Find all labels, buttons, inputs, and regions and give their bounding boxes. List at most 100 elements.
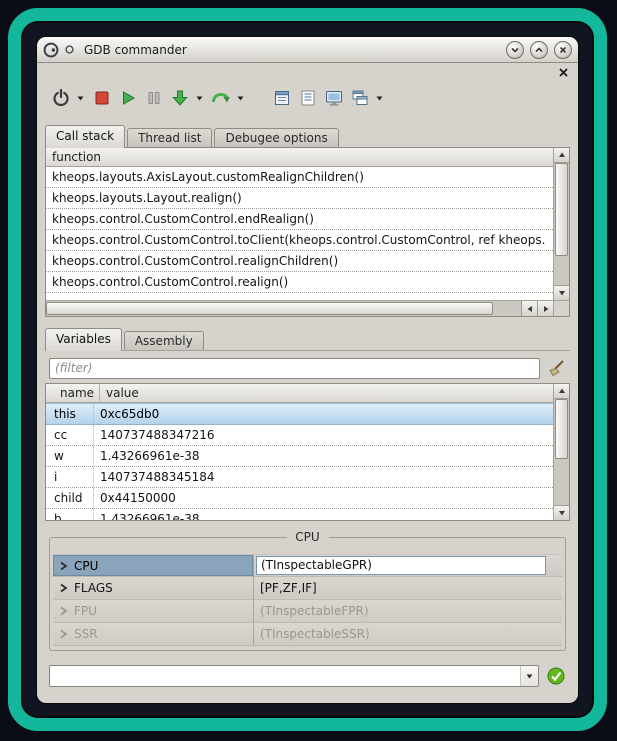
gdb-commander-window: GDB commander [37, 37, 578, 703]
variable-row[interactable]: i 140737488345184 [46, 467, 553, 488]
variable-value: 1.43266961e-38 [94, 446, 553, 466]
variable-value: 140737488345184 [94, 467, 553, 487]
vertical-scrollbar[interactable] [553, 148, 569, 300]
register-value-cell: (TInspectableFPR) [253, 600, 562, 622]
command-combobox[interactable] [49, 665, 539, 687]
call-stack-row[interactable]: kheops.control.CustomControl.toClient(kh… [46, 230, 553, 251]
variable-row[interactable]: child 0x44150000 [46, 488, 553, 509]
tab-thread-list[interactable]: Thread list [127, 128, 212, 147]
scrollbar-track[interactable] [554, 163, 569, 285]
filter-input[interactable] [49, 358, 540, 379]
tab-call-stack[interactable]: Call stack [45, 125, 125, 148]
column-header-name[interactable]: name [52, 384, 100, 402]
variables-header: name value [46, 384, 553, 403]
cpu-row[interactable]: CPU (TInspectableGPR) [53, 554, 562, 577]
register-value-cell: (TInspectableSSR) [253, 623, 562, 645]
continue-button[interactable] [116, 85, 140, 111]
expand-icon[interactable] [59, 561, 68, 571]
call-stack-row[interactable]: kheops.control.CustomControl.realignChil… [46, 251, 553, 272]
expand-icon[interactable] [59, 583, 68, 593]
scrollbar-track[interactable] [554, 399, 569, 505]
debug-toolbar [49, 83, 389, 113]
command-input[interactable] [49, 665, 539, 687]
call-stack-row[interactable]: kheops.layouts.Layout.realign() [46, 188, 553, 209]
cpu-row[interactable]: SSR (TInspectableSSR) [53, 623, 562, 646]
expand-icon[interactable] [59, 606, 68, 616]
variable-value: 0xc65db0 [94, 404, 553, 424]
call-stack-row[interactable]: kheops.control.CustomControl.realign() [46, 272, 553, 293]
dropdown-arrow-button[interactable] [520, 666, 538, 686]
call-stack-row[interactable]: kheops.control.CustomControl.endRealign(… [46, 209, 553, 230]
variable-value: 1.43266961e-38 [94, 509, 553, 520]
memory-view-button[interactable] [322, 85, 346, 111]
power-button[interactable] [49, 85, 73, 111]
send-command-button[interactable] [546, 666, 566, 686]
watch-menu-arrow[interactable] [374, 94, 385, 102]
stack-tabbar: Call stack Thread list Debugee options [45, 125, 341, 148]
power-menu-arrow[interactable] [75, 94, 86, 102]
stop-button[interactable] [90, 85, 114, 111]
scroll-down-button[interactable] [554, 285, 569, 300]
variables-table: name value this 0xc65db0 cc 140737488347… [46, 384, 553, 520]
call-stack-row[interactable]: kheops.layouts.AxisLayout.customRealignC… [46, 167, 553, 188]
scroll-right-button[interactable] [537, 301, 553, 316]
column-header-function[interactable]: function [46, 148, 553, 167]
variables-tabbar: Variables Assembly [45, 328, 206, 351]
register-group-cell[interactable]: FPU [53, 600, 253, 622]
variable-name: b [46, 509, 94, 520]
variable-value: 0x44150000 [94, 488, 553, 508]
step-menu-arrow[interactable] [194, 94, 205, 102]
maximize-button[interactable] [530, 41, 548, 59]
cpu-row[interactable]: FPU (TInspectableFPR) [53, 600, 562, 623]
variable-value: 140737488347216 [94, 425, 553, 445]
register-group-name: CPU [74, 559, 98, 573]
app-icon[interactable] [43, 42, 59, 58]
register-group-cell[interactable]: FLAGS [53, 577, 253, 599]
variable-row[interactable]: b 1.43266961e-38 [46, 509, 553, 520]
clear-filter-icon[interactable] [546, 358, 566, 378]
call-stack-panel: function kheops.layouts.AxisLayout.custo… [45, 147, 570, 317]
titlebar[interactable]: GDB commander [37, 37, 578, 63]
watch-button[interactable] [348, 85, 372, 111]
pause-button[interactable] [142, 85, 166, 111]
shade-button[interactable] [506, 41, 524, 59]
tab-assembly[interactable]: Assembly [124, 331, 204, 350]
register-value-cell: (TInspectableGPR) [253, 555, 562, 576]
variable-name: this [46, 404, 94, 424]
scrollbar-track[interactable] [46, 301, 521, 316]
tab-variables[interactable]: Variables [45, 328, 122, 351]
scrollbar-thumb[interactable] [555, 399, 568, 459]
step-over-button[interactable] [209, 85, 233, 111]
register-group-cell[interactable]: CPU [53, 555, 253, 576]
register-group-name: FLAGS [74, 581, 113, 595]
register-group-cell[interactable]: SSR [53, 623, 253, 645]
column-header-value[interactable]: value [100, 384, 139, 402]
variable-row[interactable]: this 0xc65db0 [46, 403, 553, 425]
variable-row[interactable]: w 1.43266961e-38 [46, 446, 553, 467]
step-button[interactable] [168, 85, 192, 111]
dock-close-icon[interactable] [558, 67, 569, 78]
command-bar [49, 665, 566, 687]
scroll-up-button[interactable] [554, 384, 569, 399]
scroll-left-button[interactable] [521, 301, 537, 316]
cpu-row[interactable]: FLAGS [PF,ZF,IF] [53, 577, 562, 600]
variable-name: i [46, 467, 94, 487]
scrollbar-thumb[interactable] [46, 302, 493, 315]
close-button[interactable] [554, 41, 572, 59]
step-over-menu-arrow[interactable] [235, 94, 246, 102]
register-group-name: FPU [74, 604, 97, 618]
variable-row[interactable]: cc 140737488347216 [46, 425, 553, 446]
scrollbar-thumb[interactable] [555, 163, 568, 256]
stack-list-button[interactable] [270, 85, 294, 111]
messages-button[interactable] [296, 85, 320, 111]
register-value-cell: [PF,ZF,IF] [253, 577, 562, 599]
horizontal-scrollbar[interactable] [46, 300, 553, 316]
decorative-frame: GDB commander [8, 8, 607, 731]
variable-name: child [46, 488, 94, 508]
scroll-up-button[interactable] [554, 148, 569, 163]
scroll-down-button[interactable] [554, 505, 569, 520]
tab-debugee-options[interactable]: Debugee options [214, 128, 338, 147]
register-value-editor[interactable]: (TInspectableGPR) [256, 556, 546, 575]
expand-icon[interactable] [59, 629, 68, 639]
vertical-scrollbar[interactable] [553, 384, 569, 520]
